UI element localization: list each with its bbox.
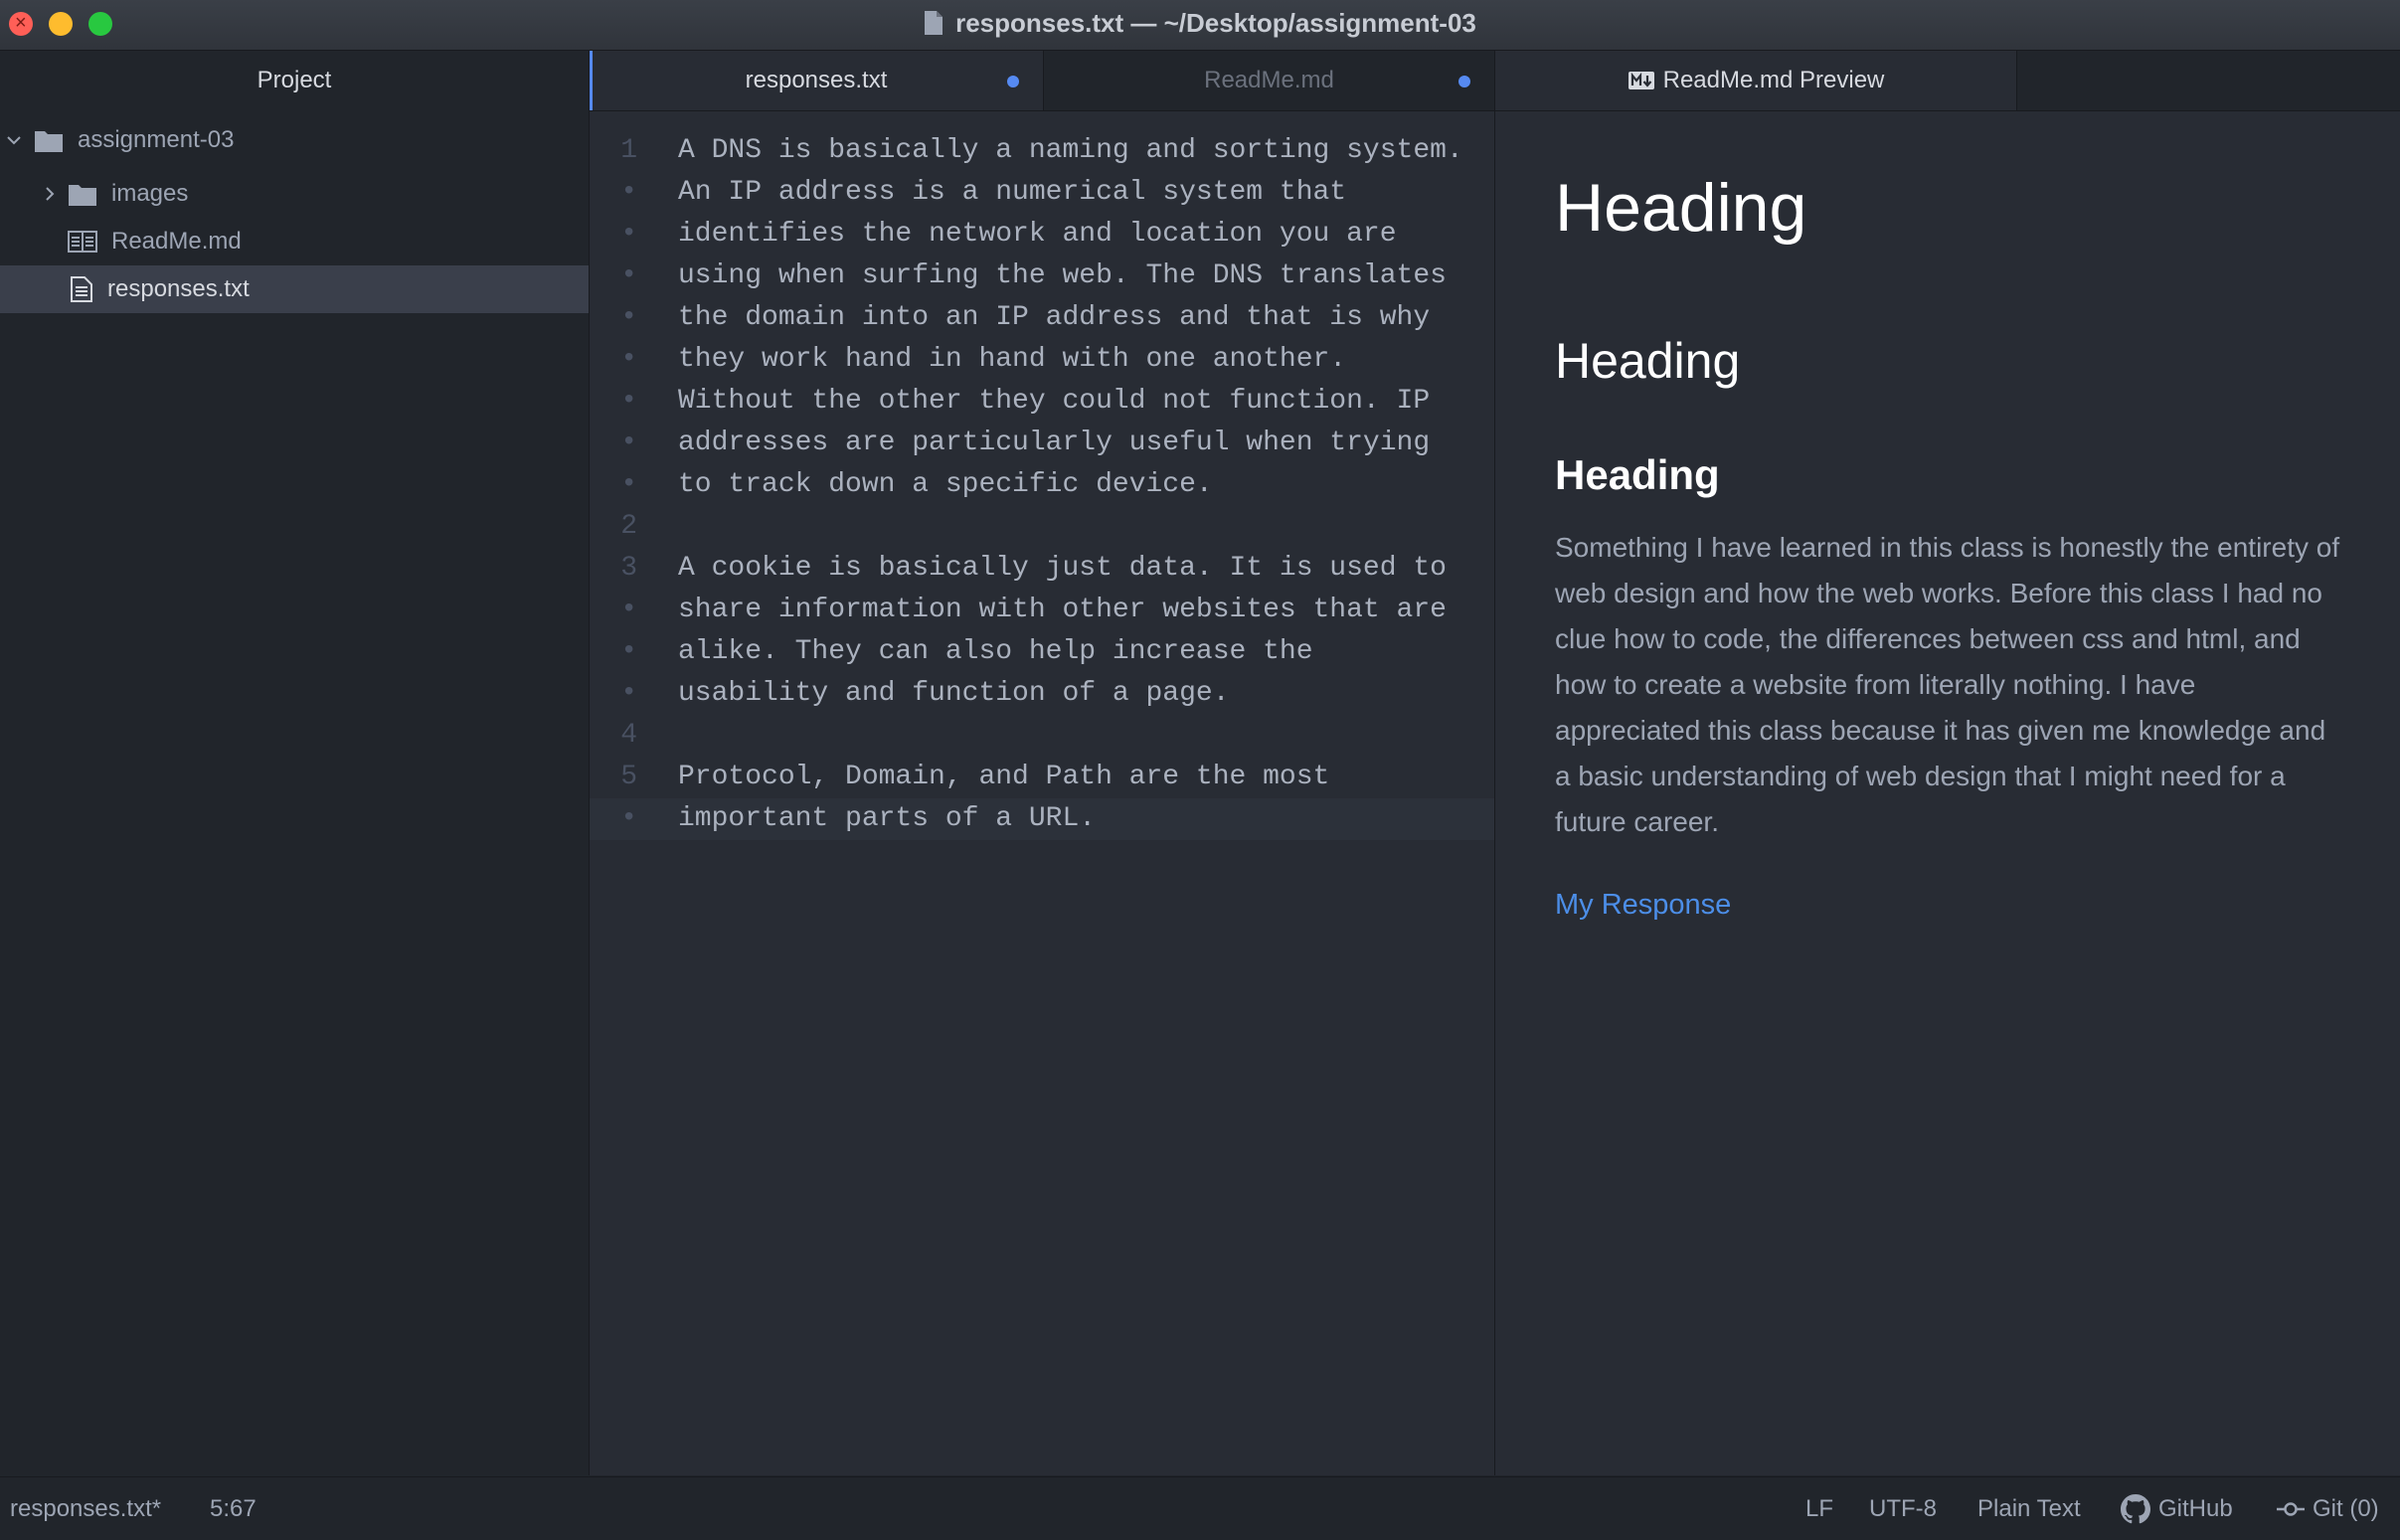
line-text: addresses are particularly useful when t… xyxy=(678,428,1431,458)
editor-line[interactable]: • share information with other websites t… xyxy=(590,590,1494,631)
line-number: 4 xyxy=(620,720,637,751)
tab-responses-txt[interactable]: responses.txt xyxy=(590,51,1044,110)
status-grammar[interactable]: Plain Text xyxy=(1977,1477,2081,1540)
preview-paragraph: Something I have learned in this class i… xyxy=(1555,532,2340,837)
editor-line[interactable]: • to track down a specific device. xyxy=(590,464,1494,506)
line-text: An IP address is a numerical system that xyxy=(678,177,1347,208)
line-text: alike. They can also help increase the xyxy=(678,636,1313,667)
markdown-file-icon xyxy=(68,231,97,253)
editor-line[interactable]: • the domain into an IP address and that … xyxy=(590,297,1494,339)
editor-line[interactable]: • An IP address is a numerical system tha… xyxy=(590,172,1494,214)
status-file-name[interactable]: responses.txt* xyxy=(10,1477,161,1540)
tab-readme-md[interactable]: ReadMe.md xyxy=(1044,51,1495,110)
line-number: • xyxy=(620,469,637,500)
document-icon xyxy=(925,11,943,35)
folder-icon xyxy=(35,131,63,152)
modified-indicator xyxy=(1007,76,1019,87)
text-editor[interactable]: 1 A DNS is basically a naming and sorting… xyxy=(590,111,1495,1475)
status-line-ending[interactable]: LF xyxy=(1805,1477,1833,1540)
line-text: A cookie is basically just data. It is u… xyxy=(678,553,1447,584)
status-bar: responses.txt* 5:67 LF UTF-8 Plain Text … xyxy=(0,1476,2400,1540)
tab-readme-preview[interactable]: ReadMe.md Preview xyxy=(1495,51,2017,110)
preview-link[interactable]: My Response xyxy=(1555,889,1731,922)
github-label: GitHub xyxy=(2158,1494,2233,1522)
preview-heading-1: Heading xyxy=(1555,170,1807,246)
editor-line[interactable]: 3 A cookie is basically just data. It is … xyxy=(590,548,1494,590)
line-number: • xyxy=(620,344,637,375)
git-label: Git (0) xyxy=(2313,1494,2379,1522)
line-text: A DNS is basically a naming and sorting … xyxy=(678,135,1463,166)
tree-item-label: ReadMe.md xyxy=(111,228,242,255)
tree-item-label: assignment-03 xyxy=(78,126,235,153)
editor-line[interactable]: • important parts of a URL. xyxy=(590,798,1494,840)
tree-item-readme[interactable]: ReadMe.md xyxy=(0,218,589,265)
editor-line[interactable]: 4 xyxy=(590,715,1494,757)
line-text: share information with other websites th… xyxy=(678,595,1447,625)
markdown-icon xyxy=(1628,72,1654,89)
sidebar-header: Project xyxy=(257,67,332,93)
tree-item-images[interactable]: images xyxy=(0,170,589,218)
text-file-icon xyxy=(71,276,92,302)
line-number: 3 xyxy=(620,553,637,584)
editor-line[interactable]: 2 xyxy=(590,506,1494,548)
line-text: they work hand in hand with one another. xyxy=(678,344,1347,375)
chevron-right-icon[interactable] xyxy=(42,186,58,202)
editor-line[interactable]: • identifies the network and location you… xyxy=(590,214,1494,256)
line-number: • xyxy=(620,177,637,208)
editor-line[interactable]: • Without the other they could not functi… xyxy=(590,381,1494,423)
line-number: • xyxy=(620,386,637,417)
modified-indicator xyxy=(1458,76,1470,87)
line-number: • xyxy=(620,678,637,709)
project-sidebar: Project assignment-03 images ReadMe.md r… xyxy=(0,51,590,1475)
line-number: 2 xyxy=(620,511,637,542)
line-text: important parts of a URL. xyxy=(678,803,1097,834)
tree-item-assignment-03[interactable]: assignment-03 xyxy=(0,116,589,164)
preview-heading-2: Heading xyxy=(1555,333,1741,389)
editor-line[interactable]: • using when surfing the web. The DNS tra… xyxy=(590,256,1494,297)
chevron-down-icon[interactable] xyxy=(6,132,22,148)
line-text: using when surfing the web. The DNS tran… xyxy=(678,260,1447,291)
line-number: 1 xyxy=(620,135,637,166)
status-git[interactable]: Git (0) xyxy=(2277,1477,2379,1540)
window-title-text: responses.txt — ~/Desktop/assignment-03 xyxy=(955,7,1476,38)
status-github[interactable]: GitHub xyxy=(2121,1477,2233,1540)
github-icon xyxy=(2121,1493,2150,1523)
line-number: 5 xyxy=(620,762,637,792)
editor-line[interactable]: 1 A DNS is basically a naming and sorting… xyxy=(590,130,1494,172)
tree-item-label: images xyxy=(111,180,189,207)
tree-item-label: responses.txt xyxy=(107,275,250,302)
line-text: identifies the network and location you … xyxy=(678,219,1397,250)
editor-line[interactable]: • addresses are particularly useful when … xyxy=(590,423,1494,464)
title-bar: responses.txt — ~/Desktop/assignment-03 xyxy=(0,0,2400,51)
tab-label: ReadMe.md Preview xyxy=(1662,67,1885,93)
editor-line[interactable]: • alike. They can also help increase the xyxy=(590,631,1494,673)
tab-label: ReadMe.md xyxy=(1204,67,1334,93)
tab-bar: responses.txt ReadMe.md ReadMe.md Previe… xyxy=(590,51,2400,111)
git-commit-icon xyxy=(2277,1501,2305,1516)
line-number: • xyxy=(620,636,637,667)
markdown-preview: Heading Heading Heading Something I have… xyxy=(1495,111,2400,1475)
line-number: • xyxy=(620,219,637,250)
status-encoding[interactable]: UTF-8 xyxy=(1869,1477,1937,1540)
line-text: to track down a specific device. xyxy=(678,469,1213,500)
line-number: • xyxy=(620,302,637,333)
preview-heading-3: Heading xyxy=(1555,451,1720,498)
editor-line[interactable]: • they work hand in hand with one another… xyxy=(590,339,1494,381)
line-number: • xyxy=(620,428,637,458)
editor-line[interactable]: 5 Protocol, Domain, and Path are the most xyxy=(590,757,1494,798)
window-title: responses.txt — ~/Desktop/assignment-03 xyxy=(0,0,2400,46)
folder-icon xyxy=(69,185,96,206)
line-text: Without the other they could not functio… xyxy=(678,386,1431,417)
line-text: the domain into an IP address and that i… xyxy=(678,302,1431,333)
tree-item-responses[interactable]: responses.txt xyxy=(0,265,589,313)
status-cursor-position[interactable]: 5:67 xyxy=(210,1477,257,1540)
line-number: • xyxy=(620,260,637,291)
line-text: Protocol, Domain, and Path are the most xyxy=(678,762,1330,792)
editor-line[interactable]: • usability and function of a page. xyxy=(590,673,1494,715)
line-number: • xyxy=(620,595,637,625)
tab-label: responses.txt xyxy=(745,67,888,93)
line-text: usability and function of a page. xyxy=(678,678,1230,709)
line-number: • xyxy=(620,803,637,834)
